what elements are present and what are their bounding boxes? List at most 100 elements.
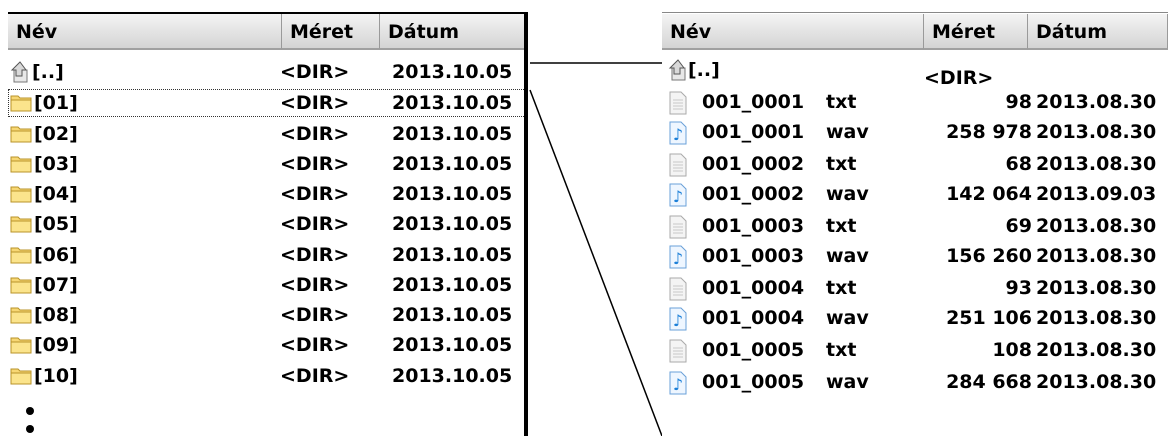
file-size: <DIR> — [280, 334, 350, 356]
file-row[interactable]: [07] <DIR> 2013.10.05 — [8, 271, 526, 299]
left-file-panel[interactable]: Név Méret Dátum [..] <DIR> 2013.10.05 [01] <… — [8, 14, 526, 436]
text-file-icon — [668, 339, 688, 371]
svg-text:♪: ♪ — [673, 249, 683, 268]
file-size: <DIR> — [280, 365, 350, 387]
file-row[interactable]: [09] <DIR> 2013.10.05 — [8, 331, 526, 359]
left-panel-right-border — [524, 14, 528, 436]
file-row[interactable]: [02] <DIR> 2013.10.05 — [8, 120, 526, 148]
file-size: <DIR> — [280, 153, 350, 175]
file-size: <DIR> — [280, 123, 350, 145]
column-header-size[interactable]: Méret — [924, 14, 1028, 50]
file-row[interactable]: 001_0002 txt 68 2013.08.30 — [662, 150, 1168, 178]
file-row[interactable]: [05] <DIR> 2013.10.05 — [8, 210, 526, 238]
folder-icon — [10, 244, 32, 272]
file-row[interactable]: [03] <DIR> 2013.10.05 — [8, 150, 526, 178]
svg-text:♪: ♪ — [673, 375, 683, 394]
file-row[interactable]: [04] <DIR> 2013.10.05 — [8, 180, 526, 208]
file-extension: txt — [826, 153, 857, 175]
file-size: <DIR> — [280, 61, 350, 83]
folder-icon — [10, 213, 32, 241]
file-size: 93 — [1005, 277, 1032, 299]
file-date: 2013.08.30 — [1036, 371, 1157, 393]
file-name: 001_0004 — [702, 277, 805, 299]
file-size: 251 106 — [946, 307, 1032, 329]
file-extension: wav — [826, 121, 869, 143]
file-row[interactable]: ♪ 001_0001 wav 258 978 2013.08.30 — [662, 118, 1168, 146]
up-arrow-icon — [10, 61, 30, 91]
ellipsis-dot — [26, 407, 34, 415]
folder-icon — [10, 365, 32, 393]
column-header-date[interactable]: Dátum — [380, 14, 526, 50]
file-size: 284 668 — [946, 371, 1032, 393]
file-row[interactable]: 001_0004 txt 93 2013.08.30 — [662, 274, 1168, 302]
audio-file-icon: ♪ — [668, 183, 688, 215]
audio-file-icon: ♪ — [668, 121, 688, 153]
file-name: 001_0005 — [702, 339, 805, 361]
file-date: 2013.09.03 — [1036, 183, 1157, 205]
file-name: [..] — [32, 61, 64, 83]
file-name: [10] — [34, 365, 78, 387]
file-date: 2013.08.30 — [1036, 91, 1157, 113]
file-date: 2013.10.05 — [392, 244, 513, 266]
file-extension: wav — [826, 245, 869, 267]
file-date: 2013.08.30 — [1036, 121, 1157, 143]
file-row[interactable]: [06] <DIR> 2013.10.05 — [8, 241, 526, 269]
audio-file-icon: ♪ — [668, 245, 688, 277]
file-size: 156 260 — [946, 245, 1032, 267]
file-date: 2013.08.30 — [1036, 307, 1157, 329]
file-name: [05] — [34, 213, 78, 235]
file-row[interactable]: [08] <DIR> 2013.10.05 — [8, 301, 526, 329]
file-size: 258 978 — [946, 121, 1032, 143]
svg-text:♪: ♪ — [673, 125, 683, 144]
file-date: 2013.10.05 — [392, 183, 513, 205]
right-column-header: Név Méret Dátum — [662, 14, 1168, 52]
file-row[interactable]: 001_0005 txt 108 2013.08.30 — [662, 336, 1168, 364]
up-arrow-icon — [668, 59, 688, 89]
file-row[interactable]: [..] <DIR> 2013.10.05 — [8, 58, 526, 86]
audio-file-icon: ♪ — [668, 371, 688, 403]
file-row[interactable]: ♪ 001_0003 wav 156 260 2013.08.30 — [662, 242, 1168, 270]
file-name: 001_0004 — [702, 307, 805, 329]
column-header-size[interactable]: Méret — [282, 14, 380, 50]
file-row[interactable]: [01] <DIR> 2013.10.05 — [8, 89, 526, 117]
svg-text:♪: ♪ — [673, 311, 683, 330]
file-size: <DIR> — [280, 244, 350, 266]
right-file-panel[interactable]: Név Méret Dátum [..] <DIR> 001_0001 txt 98 20… — [662, 14, 1168, 436]
file-name: [09] — [34, 334, 78, 356]
svg-text:♪: ♪ — [673, 187, 683, 206]
file-name: 001_0002 — [702, 153, 805, 175]
file-date: 2013.10.05 — [392, 365, 513, 387]
file-date: 2013.08.30 — [1036, 339, 1157, 361]
folder-icon — [10, 153, 32, 181]
file-name: [02] — [34, 123, 78, 145]
file-extension: wav — [826, 307, 869, 329]
file-name: [06] — [34, 244, 78, 266]
file-row[interactable]: [10] <DIR> 2013.10.05 — [8, 362, 526, 390]
file-name: 001_0005 — [702, 371, 805, 393]
column-header-name[interactable]: Név — [662, 14, 924, 50]
file-row[interactable]: ♪ 001_0004 wav 251 106 2013.08.30 — [662, 304, 1168, 332]
file-extension: wav — [826, 371, 869, 393]
file-size: 108 — [992, 339, 1032, 361]
column-header-date[interactable]: Dátum — [1028, 14, 1168, 50]
file-row[interactable]: 001_0003 txt 69 2013.08.30 — [662, 212, 1168, 240]
file-name: [03] — [34, 153, 78, 175]
file-date: 2013.08.30 — [1036, 215, 1157, 237]
file-row[interactable]: ♪ 001_0002 wav 142 064 2013.09.03 — [662, 180, 1168, 208]
left-column-header: Név Méret Dátum — [8, 14, 526, 52]
file-date: 2013.10.05 — [392, 123, 513, 145]
file-name: [08] — [34, 304, 78, 326]
column-header-name[interactable]: Név — [8, 14, 282, 50]
file-size: <DIR> — [280, 274, 350, 296]
file-size: 98 — [1005, 91, 1032, 113]
file-row[interactable]: 001_0001 txt 98 2013.08.30 — [662, 88, 1168, 116]
file-size: 68 — [1005, 153, 1032, 175]
ellipsis-dot — [26, 425, 34, 433]
file-date: 2013.10.05 — [392, 92, 513, 114]
file-date: 2013.10.05 — [392, 61, 513, 83]
folder-icon — [10, 183, 32, 211]
file-name: 001_0003 — [702, 245, 805, 267]
file-row[interactable]: ♪ 001_0005 wav 284 668 2013.08.30 — [662, 368, 1168, 396]
file-date: 2013.08.30 — [1036, 277, 1157, 299]
file-row[interactable]: [..] <DIR> — [662, 56, 1168, 89]
